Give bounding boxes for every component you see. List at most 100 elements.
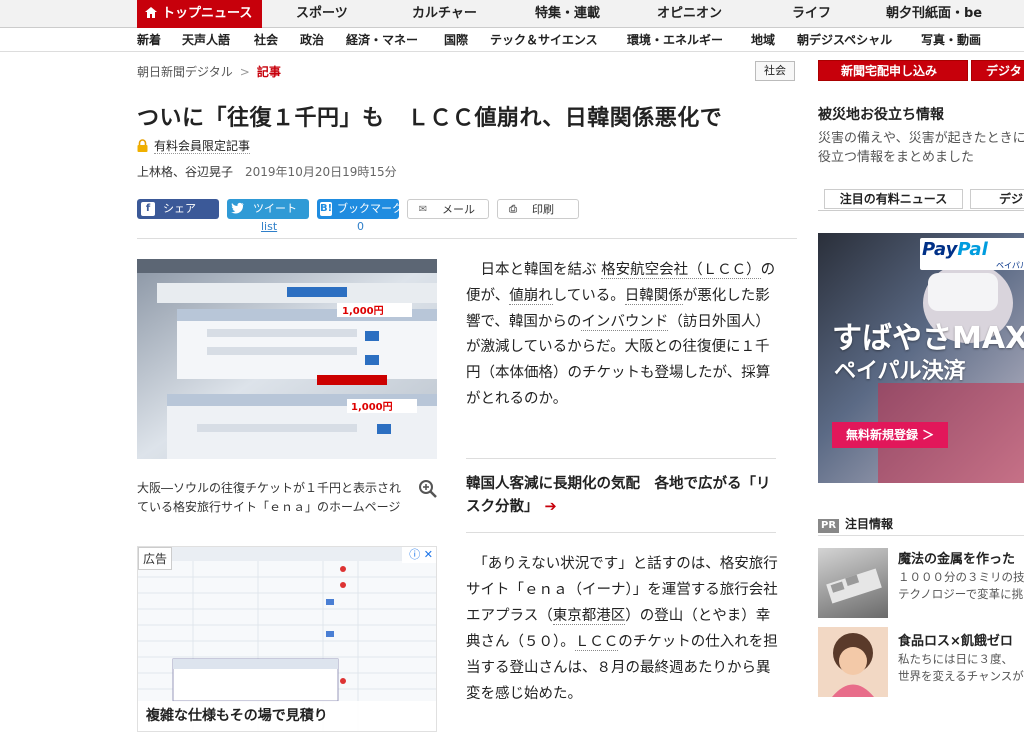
divider — [466, 532, 776, 533]
svg-text:1,000円: 1,000円 — [342, 305, 384, 317]
print-icon: ⎙ — [509, 204, 517, 215]
ad-right-headline-1: すばやさMAX — [832, 321, 1024, 356]
nav-opinion[interactable]: オピニオン — [657, 0, 722, 28]
link-inbound[interactable]: インバウンド — [581, 313, 669, 331]
subnav-special[interactable]: 朝デジスペシャル — [797, 28, 892, 52]
pr-item-title[interactable]: 食品ロス×飢餓ゼロ — [898, 630, 1013, 649]
zoom-icon[interactable] — [418, 479, 438, 499]
arrow-right-icon: ➔ — [544, 499, 557, 515]
newspaper-delivery-button[interactable]: 新聞宅配申し込み — [818, 60, 968, 81]
nav-features[interactable]: 特集・連載 — [535, 0, 600, 28]
lead-text-3: している。 — [552, 287, 625, 304]
mail-icon: ✉ — [418, 204, 428, 215]
nav-life[interactable]: ライフ — [792, 0, 831, 28]
photo-caption: 大阪―ソウルの往復チケットが１千円と表示されている格安旅行サイト「ｅｎａ」のホー… — [137, 481, 402, 514]
article-lead: 日本と韓国を結ぶ 格安航空会社（ＬＣＣ）の便が、値崩れしている。日韓関係が悪化し… — [466, 258, 778, 413]
facebook-share-button[interactable]: f シェア — [137, 199, 219, 219]
pr-item-title[interactable]: 魔法の金属を作った — [898, 548, 1015, 567]
twitter-share-button[interactable]: ツイート — [227, 199, 309, 219]
facebook-icon: f — [141, 202, 155, 216]
subnav-environment[interactable]: 環境・エネルギー — [627, 28, 723, 52]
nav-sports[interactable]: スポーツ — [296, 0, 348, 28]
subnav-society[interactable]: 社会 — [254, 28, 278, 52]
disaster-info-text: 災害の備えや、災害が起きたときに役立つ情報をまとめました — [818, 131, 1024, 165]
article-photo[interactable]: 1,000円 1,000円 — [137, 259, 437, 459]
ad-close-icon[interactable]: ⓘ ✕ — [402, 547, 436, 563]
ad-right-headline-2: ペイパル決済 — [834, 359, 966, 384]
tab-digital[interactable]: デジ — [970, 189, 1024, 209]
subnav-photo[interactable]: 写真・動画 — [921, 28, 981, 52]
ad-label: 広告 — [138, 547, 173, 570]
divider — [818, 535, 1024, 536]
advertisement-right[interactable]: PayPal ペイパル すばやさMAX ペイパル決済 無料新規登録 ＞ — [818, 233, 1024, 483]
pr-section-title: 注目情報 — [845, 517, 894, 531]
link-japan-korea-relations[interactable]: 日韓関係 — [624, 287, 683, 305]
related-article-title: 韓国人客減に長期化の気配 各地で広がる「リスク分散」 — [466, 476, 771, 515]
divider — [818, 210, 1024, 211]
subnav-new[interactable]: 新着 — [137, 28, 161, 52]
hatena-count[interactable]: 0 — [357, 220, 364, 233]
pr-section-header: PR 注目情報 — [818, 515, 893, 533]
home-icon — [145, 7, 157, 18]
paypal-logo-sub: ペイパル — [996, 261, 1024, 270]
advertisement-left[interactable]: 広告 ⓘ ✕ 複雑な仕様もその場で見積り — [137, 546, 437, 732]
lock-icon — [137, 139, 148, 152]
breadcrumb-site[interactable]: 朝日新聞デジタル — [137, 65, 233, 79]
nav-top-news-label: トップニュース — [162, 6, 253, 21]
subnav-tenseijingo[interactable]: 天声人語 — [182, 28, 230, 52]
subnav-international[interactable]: 国際 — [444, 28, 468, 52]
article-body-paragraph: 「ありえない状況です」と話すのは、格安旅行サイト「ｅｎａ（イーナ）」を運営する旅… — [466, 551, 778, 707]
subnav-economy[interactable]: 経済・マネー — [346, 28, 418, 52]
breadcrumb-current: 記事 — [256, 65, 281, 79]
section-badge[interactable]: 社会 — [755, 61, 795, 81]
twitter-share-label: ツイート — [253, 202, 297, 215]
free-signup-button[interactable]: 無料新規登録 ＞ — [832, 422, 948, 448]
related-article-link[interactable]: 韓国人客減に長期化の気配 各地で広がる「リスク分散」 ➔ — [466, 473, 776, 519]
paid-member-notice: 有料会員限定記事 — [137, 137, 251, 154]
nav-top-news[interactable]: トップニュース — [137, 0, 263, 28]
facebook-share-label: シェア — [163, 202, 196, 215]
svg-text:1,000円: 1,000円 — [351, 401, 393, 413]
breadcrumb: 朝日新聞デジタル > 記事 — [137, 63, 281, 80]
digital-signup-button[interactable]: デジタ — [971, 60, 1024, 81]
print-label: 印刷 — [532, 203, 554, 216]
paypal-logo: PayPal — [922, 239, 988, 260]
twitter-count[interactable]: list — [261, 220, 277, 233]
sub-navigation: 新着 天声人語 社会 政治 経済・マネー 国際 テック＆サイエンス 環境・エネル… — [0, 28, 1024, 52]
byline: 上林格、谷辺晃子 2019年10月20日19時15分 — [137, 163, 397, 180]
subnav-region[interactable]: 地域 — [751, 28, 775, 52]
pr-item-desc: 私たちには日に３度、 世界を変えるチャンスが — [898, 652, 1024, 683]
pr-item-image[interactable] — [818, 548, 888, 618]
nav-culture[interactable]: カルチャー — [412, 0, 477, 28]
tab-paid-news[interactable]: 注目の有料ニュース — [824, 189, 963, 209]
link-lcc[interactable]: 格安航空会社（ＬＣＣ） — [601, 262, 761, 279]
lead-text-1: 日本と韓国を結ぶ — [480, 262, 597, 278]
hatena-bookmark-button[interactable]: B! ブックマーク — [317, 199, 403, 219]
top-navigation: トップニュース スポーツ カルチャー 特集・連載 オピニオン ライフ 朝夕刊紙面… — [0, 0, 1024, 28]
link-minato-ku[interactable]: 東京都港区 — [552, 608, 626, 625]
ad-headline[interactable]: 複雑な仕様もその場で見積り — [138, 701, 436, 731]
pr-badge: PR — [818, 519, 840, 533]
divider — [466, 458, 776, 459]
print-button[interactable]: ⎙ 印刷 — [497, 199, 579, 219]
link-lcc-2[interactable]: ＬＣＣ — [574, 634, 619, 651]
subnav-tech[interactable]: テック＆サイエンス — [490, 28, 598, 52]
nav-paper[interactable]: 朝夕刊紙面・be — [886, 0, 982, 28]
mail-share-button[interactable]: ✉ メール — [407, 199, 489, 219]
breadcrumb-separator: > — [239, 65, 250, 79]
article-title: ついに「往復１千円」も ＬＣＣ値崩れ、日韓関係悪化で — [137, 106, 723, 131]
mail-share-label: メール — [442, 203, 475, 216]
pr-item-image[interactable] — [818, 627, 888, 697]
subnav-politics[interactable]: 政治 — [300, 28, 324, 52]
twitter-icon — [231, 202, 245, 216]
publish-date: 2019年10月20日19時15分 — [245, 165, 397, 179]
link-price-collapse[interactable]: 値崩れ — [509, 287, 553, 305]
pr-item-desc: １０００分の３ミリの技 テクノロジーで変革に挑 — [898, 570, 1024, 601]
authors: 上林格、谷辺晃子 — [137, 165, 234, 179]
disaster-info-title[interactable]: 被災地お役立ち情報 — [818, 104, 944, 124]
paid-member-label[interactable]: 有料会員限定記事 — [154, 139, 251, 154]
hatena-bookmark-label: ブックマーク — [337, 202, 403, 215]
hatena-icon: B! — [320, 202, 333, 216]
booking-site-screenshot-image: 1,000円 1,000円 — [137, 259, 437, 459]
divider — [137, 238, 797, 239]
